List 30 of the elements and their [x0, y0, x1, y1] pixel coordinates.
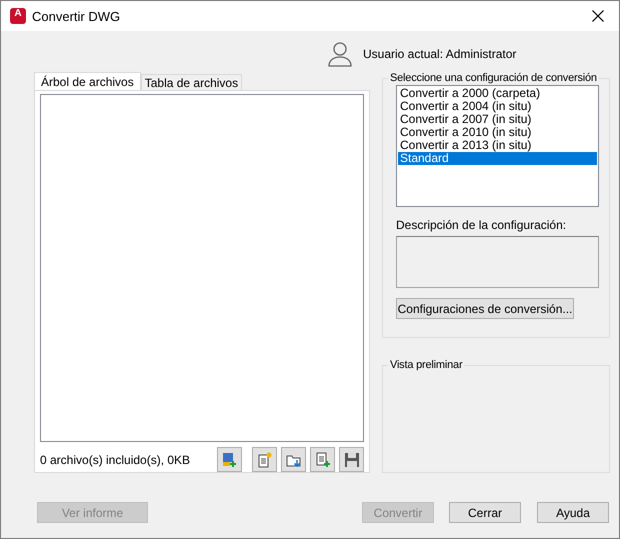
new-list-button[interactable]: [252, 447, 277, 472]
dialog-button[interactable]: Ayuda: [537, 502, 609, 523]
save-button[interactable]: [339, 447, 364, 472]
setup-item[interactable]: Convertir a 2007 (in situ): [398, 113, 597, 126]
add-drawing-icon: [222, 452, 238, 468]
append-list-button[interactable]: [310, 447, 335, 472]
add-drawing-button[interactable]: [217, 447, 242, 472]
status-text: 0 archivo(s) incluido(s), 0KB: [40, 452, 192, 466]
append-list-icon: [314, 452, 330, 468]
save-icon: [344, 452, 360, 468]
dialog-button[interactable]: Cerrar: [449, 502, 521, 523]
conversion-setups-button[interactable]: Configuraciones de conversión...: [396, 298, 574, 319]
window-title: Convertir DWG: [32, 8, 122, 24]
setup-list[interactable]: Convertir a 2000 (carpeta) Convertir a 2004 (in situ) Convertir a 2007 (in situ) Convertir a 2010 (in situ) Convertir a 2013 (in situ) Standard: [396, 85, 599, 207]
open-folder-button[interactable]: [281, 447, 306, 472]
description-label: Descripción de la configuración:: [396, 218, 568, 232]
group-title: Vista preliminar: [389, 359, 464, 371]
user-icon: [327, 41, 353, 67]
setup-item[interactable]: Convertir a 2010 (in situ): [398, 126, 597, 139]
new-list-icon: [256, 452, 272, 468]
setup-item[interactable]: Convertir a 2000 (carpeta): [398, 87, 597, 100]
close-icon: [592, 10, 604, 22]
tab[interactable]: Árbol de archivos: [34, 72, 141, 90]
app-logo: A: [10, 8, 26, 24]
setup-item[interactable]: Convertir a 2004 (in situ): [398, 100, 597, 113]
group-title: Seleccione una configuración de conversión: [389, 72, 598, 84]
setup-item[interactable]: Standard: [398, 152, 597, 165]
tab[interactable]: Tabla de archivos: [140, 74, 242, 90]
setup-item[interactable]: Convertir a 2013 (in situ): [398, 139, 597, 152]
current-user-label: Usuario actual: Administrator: [363, 47, 516, 61]
